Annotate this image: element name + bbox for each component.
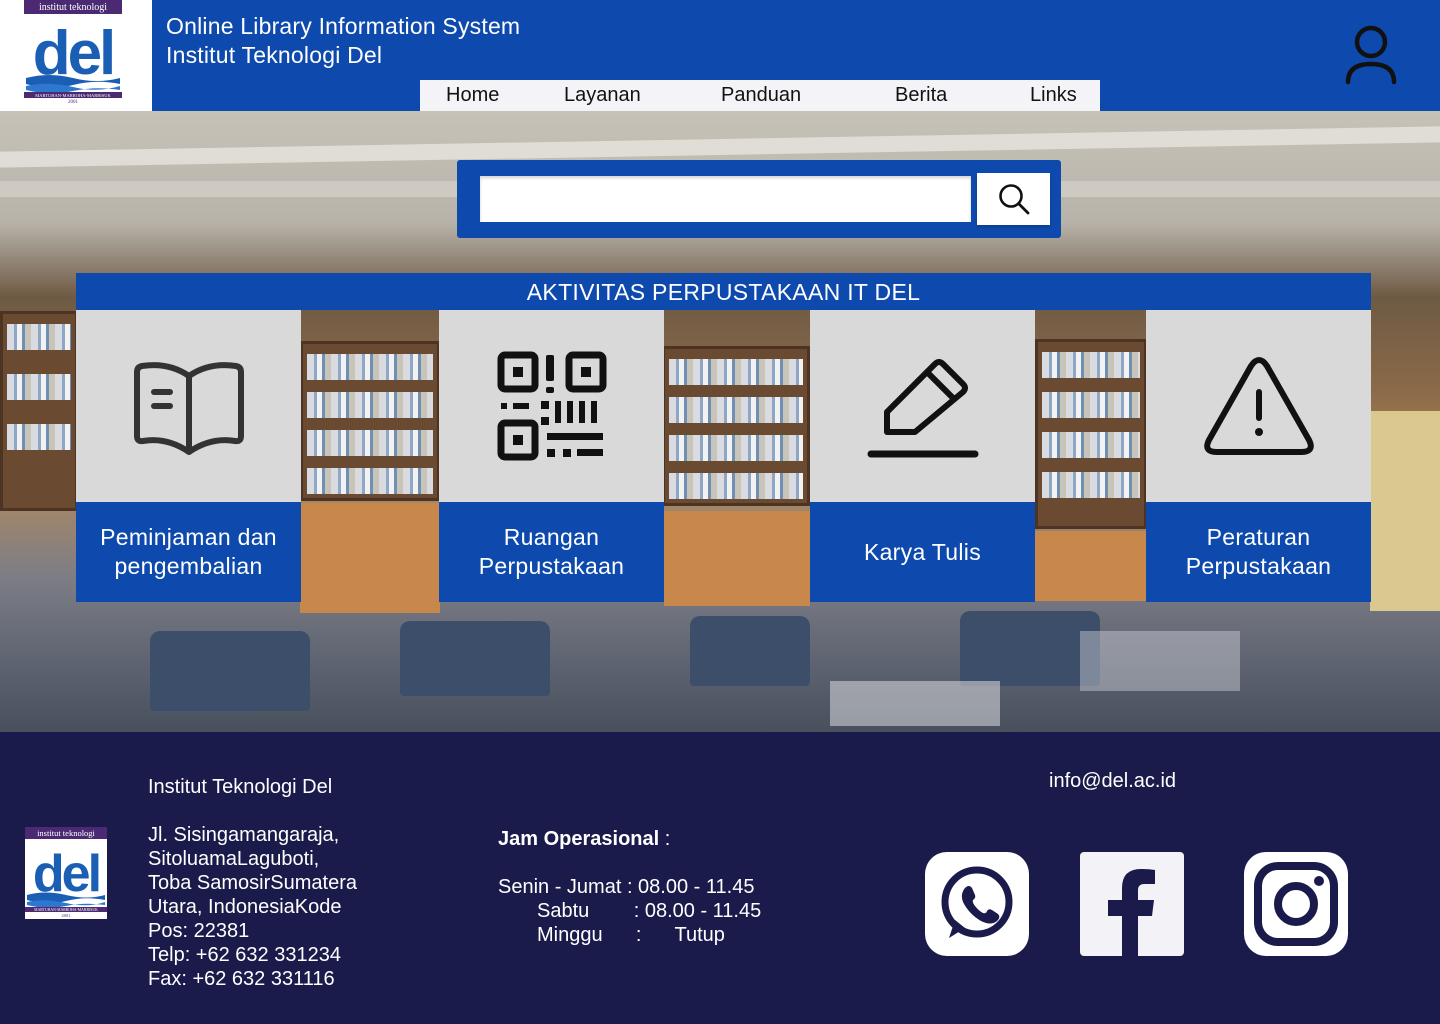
card-label: Peraturan Perpustakaan	[1146, 502, 1371, 602]
study-desk	[300, 503, 440, 613]
hours-title: Jam Operasional :	[498, 828, 670, 851]
card-karya-tulis[interactable]: Karya Tulis	[810, 310, 1035, 602]
hours-sunday: Minggu : Tutup	[537, 924, 725, 946]
bookshelf	[300, 341, 440, 501]
svg-text:institut teknologi: institut teknologi	[37, 828, 95, 838]
hours-title-label: Jam Operasional	[498, 828, 660, 850]
site-footer: institut teknologi del MARTUHAN-MARROHA-…	[0, 732, 1440, 1024]
footer-org-name: Institut Teknologi Del	[148, 776, 333, 798]
nav-item-layanan[interactable]: Layanan	[564, 84, 641, 107]
site-title-line2: Institut Teknologi Del	[166, 42, 383, 68]
qr-code-icon	[497, 351, 606, 461]
study-desk	[664, 511, 810, 606]
wall-panel	[1370, 411, 1440, 611]
address-line: SitoluamaLaguboti,	[148, 848, 320, 870]
address-line: Utara, IndonesiaKode	[148, 896, 342, 918]
site-title: Online Library Information System Instit…	[166, 12, 520, 70]
section-title: AKTIVITAS PERPUSTAKAAN IT DEL	[76, 273, 1371, 310]
hours-saturday: Sabtu : 08.00 - 11.45	[537, 900, 762, 922]
hours-title-colon: :	[659, 828, 671, 850]
nav-item-berita[interactable]: Berita	[895, 84, 947, 107]
svg-text:MARTUHAN-MARROHA-MARBISUK: MARTUHAN-MARROHA-MARBISUK	[34, 908, 98, 912]
address-line: Fax: +62 632 331116	[148, 968, 335, 990]
bookshelf	[1035, 339, 1147, 529]
site-header: institut teknologi del MARTUHAN-MARROHA-…	[0, 0, 1440, 111]
svg-text:2001: 2001	[62, 913, 71, 918]
address-line: Pos: 22381	[148, 920, 250, 942]
card-icon-area	[439, 310, 664, 502]
card-peraturan[interactable]: Peraturan Perpustakaan	[1146, 310, 1371, 602]
bookshelf	[662, 346, 810, 506]
table-surface	[830, 681, 1000, 726]
main-nav: Home Layanan Panduan Berita Links	[420, 80, 1100, 111]
svg-text:institut teknologi: institut teknologi	[39, 2, 107, 13]
svg-text:MARTUHAN-MARROHA-MARBISUK: MARTUHAN-MARROHA-MARBISUK	[35, 93, 111, 98]
card-label: Ruangan Perpustakaan	[439, 502, 664, 602]
warning-icon	[1203, 357, 1314, 455]
bookshelf	[0, 311, 78, 511]
card-label: Karya Tulis	[810, 502, 1035, 602]
chair	[960, 611, 1100, 686]
footer-del-logo[interactable]: institut teknologi del MARTUHAN-MARROHA-…	[25, 827, 107, 919]
site-title-line1: Online Library Information System	[166, 13, 521, 39]
address-line: Jl. Sisingamangaraja,	[148, 824, 340, 846]
chair	[150, 631, 310, 711]
nav-item-panduan[interactable]: Panduan	[721, 84, 801, 107]
nav-item-links[interactable]: Links	[1030, 84, 1077, 107]
card-label: Peminjaman dan pengembalian	[76, 502, 301, 602]
search-button[interactable]	[977, 173, 1050, 225]
table-surface	[1080, 631, 1240, 691]
study-desk	[1035, 531, 1147, 601]
logo-container[interactable]: institut teknologi del MARTUHAN-MARROHA-…	[0, 0, 152, 111]
facebook-icon[interactable]	[1080, 852, 1184, 956]
card-peminjaman[interactable]: Peminjaman dan pengembalian	[76, 310, 301, 602]
card-icon-area	[76, 310, 301, 502]
del-logo: institut teknologi del MARTUHAN-MARROHA-…	[24, 0, 122, 104]
card-icon-area	[1146, 310, 1371, 502]
contact-email-link[interactable]: info@del.ac.id	[1049, 770, 1176, 793]
pencil-edit-icon	[867, 359, 978, 458]
nav-item-home[interactable]: Home	[446, 84, 499, 107]
chair	[690, 616, 810, 686]
instagram-icon[interactable]	[1244, 852, 1348, 956]
svg-text:2001: 2001	[68, 100, 79, 104]
address-line: Telp: +62 632 331234	[148, 944, 341, 966]
card-icon-area	[810, 310, 1035, 502]
chair	[400, 621, 550, 696]
card-ruangan[interactable]: Ruangan Perpustakaan	[439, 310, 664, 602]
whatsapp-icon[interactable]	[925, 852, 1029, 956]
search-input[interactable]	[480, 176, 971, 222]
address-line: Toba SamosirSumatera	[148, 872, 357, 894]
user-account-icon[interactable]	[1342, 24, 1400, 86]
footer-address: Jl. Sisingamangaraja, SitoluamaLaguboti,…	[148, 823, 388, 991]
open-book-icon	[133, 362, 244, 455]
hours-weekday: Senin - Jumat : 08.00 - 11.45	[498, 876, 755, 898]
search-icon	[998, 184, 1029, 215]
